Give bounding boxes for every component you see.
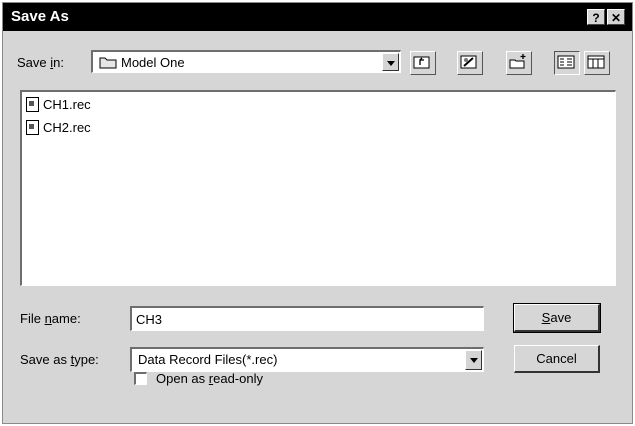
new-folder-button[interactable] [506,51,532,75]
file-name-label: File name: [20,311,81,326]
read-only-checkbox[interactable] [134,372,147,385]
details-view-icon [587,55,605,69]
save-as-type-dropdown-button[interactable] [465,350,482,370]
save-in-dropdown[interactable]: Model One [91,50,401,73]
list-view-button[interactable] [554,51,580,75]
chevron-down-icon [470,358,478,363]
cancel-button[interactable]: Cancel [514,345,600,373]
up-one-level-button[interactable] [410,51,436,75]
dialog-title: Save As [11,8,69,25]
help-button[interactable]: ? [587,9,605,25]
save-in-folder: Model One [121,55,185,70]
list-view-icon [557,55,575,69]
file-name-input[interactable]: CH3 [130,306,484,331]
list-item[interactable]: CH2.rec [26,119,91,137]
file-list[interactable]: CH1.rec CH2.rec [20,90,616,286]
save-as-type-label: Save as type: [20,352,99,367]
read-only-label[interactable]: Open as read-only [156,371,263,386]
title-bar[interactable]: Save As ? ✕ [3,3,632,31]
document-icon [26,120,39,136]
close-button[interactable]: ✕ [607,9,625,25]
chevron-down-icon [387,61,395,66]
desktop-icon [460,55,477,69]
save-as-dialog: Save As ? ✕ Save in: Model One CH1.rec C… [2,2,633,424]
new-folder-icon [509,54,526,69]
save-button[interactable]: Save [513,303,601,333]
save-in-dropdown-button[interactable] [382,53,399,71]
up-folder-icon [413,56,430,69]
save-in-label: Save in: [17,55,64,70]
list-item[interactable]: CH1.rec [26,96,91,114]
document-icon [26,97,39,113]
folder-icon [99,57,117,69]
desktop-button[interactable] [457,51,483,75]
details-view-button[interactable] [584,51,610,75]
save-as-type-dropdown[interactable]: Data Record Files(*.rec) [130,347,484,372]
